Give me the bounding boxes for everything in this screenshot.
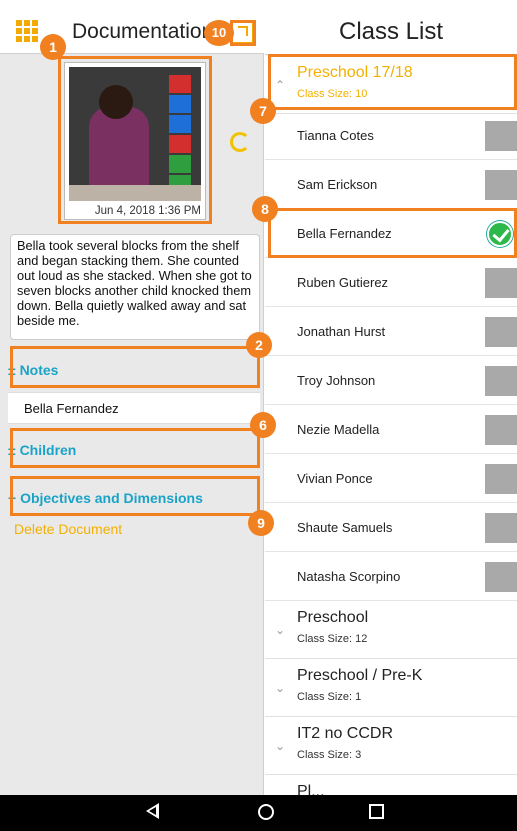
nav-home-icon[interactable] [258, 804, 274, 820]
student-name: Ruben Gutierez [297, 275, 389, 290]
student-name: Natasha Scorpino [297, 569, 401, 584]
class-group-name: Preschool [297, 609, 369, 626]
document-description[interactable]: Bella took several blocks from the shelf… [10, 234, 260, 340]
grid-icon[interactable] [16, 20, 38, 42]
class-group-size: Class Size: 1 [297, 691, 362, 703]
class-group[interactable]: ⌄ Preschool Class Size: 12 [265, 601, 517, 659]
student-row[interactable]: Shaute Samuels [265, 503, 517, 552]
class-group[interactable]: ⌄Pl... [265, 775, 517, 795]
class-group-name: Preschool / Pre-K [297, 667, 423, 684]
class-list-panel: Class List ⌃ Preschool 17/18 Class Size:… [265, 0, 517, 795]
student-row[interactable]: Ruben Gutierez [265, 258, 517, 307]
delete-document-link[interactable]: Delete Document [14, 521, 122, 537]
student-name: Nezie Madella [297, 422, 380, 437]
class-group-size: Class Size: 12 [297, 633, 368, 645]
chevron-down-icon: ⌄ [275, 681, 286, 695]
student-row[interactable]: Natasha Scorpino [265, 552, 517, 601]
student-name: Tianna Cotes [297, 128, 374, 143]
highlight-children [10, 428, 260, 468]
student-row[interactable]: Sam Erickson [265, 160, 517, 209]
annotation-badge: 1 [40, 34, 66, 60]
student-row[interactable]: Troy Johnson [265, 356, 517, 405]
class-group-name: IT2 no CCDR [297, 725, 394, 742]
student-name: Troy Johnson [297, 373, 376, 388]
class-group-size: Class Size: 3 [297, 749, 362, 761]
student-name: Jonathan Hurst [297, 324, 386, 339]
class-list-title: Class List [338, 18, 444, 45]
annotation-badge: 10 [204, 20, 234, 46]
annotation-badge: 7 [250, 98, 276, 124]
student-checkbox[interactable] [485, 464, 517, 494]
annotation-badge: 2 [246, 332, 272, 358]
annotation-badge: 8 [252, 196, 278, 222]
highlight-photo [58, 56, 212, 224]
nav-recents-icon[interactable] [369, 804, 384, 819]
student-checkbox[interactable] [485, 121, 517, 151]
highlight-checked-student [268, 208, 517, 258]
android-nav-bar [0, 795, 517, 831]
student-row[interactable]: Nezie Madella [265, 405, 517, 454]
chevron-down-icon: ⌄ [275, 739, 286, 753]
annotation-badge: 6 [250, 412, 276, 438]
child-name-item: Bella Fernandez [8, 392, 260, 424]
student-row[interactable]: Jonathan Hurst [265, 307, 517, 356]
class-group-name: Pl... [297, 783, 325, 795]
chevron-down-icon: ⌄ [275, 623, 286, 637]
student-row[interactable]: Vivian Ponce [265, 454, 517, 503]
student-name: Shaute Samuels [297, 520, 393, 535]
student-row[interactable]: Tianna Cotes [265, 111, 517, 160]
student-checkbox[interactable] [485, 268, 517, 298]
annotation-badge: 9 [248, 510, 274, 536]
student-checkbox[interactable] [485, 513, 517, 543]
student-checkbox[interactable] [485, 415, 517, 445]
student-checkbox[interactable] [485, 317, 517, 347]
nav-back-icon-inner [149, 807, 156, 815]
student-checkbox[interactable] [485, 170, 517, 200]
class-group[interactable]: ⌄ IT2 no CCDR Class Size: 3 [265, 717, 517, 775]
highlight-objectives [10, 476, 260, 516]
documentation-title: Documentation [72, 20, 206, 43]
refresh-icon[interactable] [230, 132, 250, 152]
highlight-class-group [268, 54, 517, 110]
student-name: Vivian Ponce [297, 471, 373, 486]
highlight-notes [10, 346, 260, 388]
student-checkbox[interactable] [485, 562, 517, 592]
student-checkbox[interactable] [485, 366, 517, 396]
class-group[interactable]: ⌄ Preschool / Pre-K Class Size: 1 [265, 659, 517, 717]
student-name: Sam Erickson [297, 177, 378, 192]
